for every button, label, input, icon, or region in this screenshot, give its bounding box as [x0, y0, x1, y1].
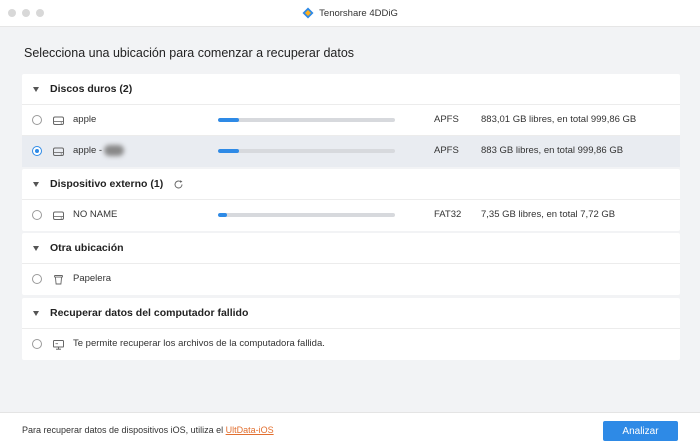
collapse-triangle-icon[interactable]	[33, 310, 39, 316]
section-title: Discos duros (2)	[50, 83, 133, 95]
refresh-icon[interactable]	[173, 179, 184, 190]
section-crashed-computer: Recuperar datos del computador fallido T…	[22, 298, 680, 360]
analyze-button[interactable]: Analizar	[603, 421, 678, 441]
footer-bar: Para recuperar datos de dispositivos iOS…	[0, 412, 700, 446]
crashed-computer-description: Te permite recuperar los archivos de la …	[73, 338, 325, 349]
section-title: Recuperar datos del computador fallido	[50, 307, 249, 319]
section-hard-drives: Discos duros (2) apple APFS 883,01 GB li…	[22, 74, 680, 167]
usage-bar	[218, 213, 395, 217]
redacted-name	[104, 145, 124, 156]
4ddig-logo-icon	[302, 7, 314, 19]
location-name: Papelera	[73, 273, 112, 284]
main-content: Selecciona una ubicación para comenzar a…	[0, 26, 700, 412]
file-system: FAT32	[434, 209, 462, 220]
footer-text: Para recuperar datos de dispositivos iOS…	[22, 425, 226, 435]
device-row-no-name[interactable]: NO NAME FAT32 7,35 GB libres, en total 7…	[22, 200, 680, 231]
monitor-icon	[53, 340, 64, 350]
section-header-external[interactable]: Dispositivo externo (1)	[22, 169, 680, 200]
app-title: Tenorshare 4DDiG	[302, 7, 398, 19]
page-title: Selecciona una ubicación para comenzar a…	[24, 46, 355, 60]
section-other-location: Otra ubicación Papelera	[22, 233, 680, 295]
usage-bar-fill	[218, 149, 240, 153]
radio-button-selected[interactable]	[32, 146, 42, 156]
free-space: 7,35 GB libres, en total 7,72 GB	[481, 209, 616, 220]
section-external-device: Dispositivo externo (1) NO NAME FAT32 7,…	[22, 169, 680, 231]
window-controls[interactable]	[8, 9, 44, 17]
usage-bar-fill	[218, 118, 240, 122]
hard-drive-icon	[53, 116, 64, 125]
usage-bar-fill	[218, 213, 227, 217]
radio-button[interactable]	[32, 274, 42, 284]
drive-name: apple	[73, 114, 97, 125]
hard-drive-icon	[53, 147, 64, 156]
radio-button[interactable]	[32, 210, 42, 220]
section-title: Dispositivo externo (1)	[50, 178, 164, 190]
drive-name: apple -	[73, 145, 103, 156]
ultdata-ios-link[interactable]: UltData-iOS	[226, 425, 274, 435]
usb-drive-icon	[53, 211, 64, 220]
drive-row-apple[interactable]: apple APFS 883,01 GB libres, en total 99…	[22, 105, 680, 136]
collapse-triangle-icon[interactable]	[33, 181, 39, 187]
crashed-computer-row[interactable]: Te permite recuperar los archivos de la …	[22, 329, 680, 360]
collapse-triangle-icon[interactable]	[33, 86, 39, 92]
footer-hint: Para recuperar datos de dispositivos iOS…	[22, 425, 274, 435]
section-header-hard-drives[interactable]: Discos duros (2)	[22, 74, 680, 105]
radio-button[interactable]	[32, 115, 42, 125]
file-system: APFS	[434, 114, 459, 125]
usage-bar	[218, 149, 395, 153]
file-system: APFS	[434, 145, 459, 156]
radio-button[interactable]	[32, 339, 42, 349]
collapse-triangle-icon[interactable]	[33, 245, 39, 251]
window-title: Tenorshare 4DDiG	[319, 7, 398, 19]
minimize-window-button[interactable]	[22, 9, 30, 17]
section-header-other[interactable]: Otra ubicación	[22, 233, 680, 264]
free-space: 883 GB libres, en total 999,86 GB	[481, 145, 624, 156]
device-name: NO NAME	[73, 209, 118, 220]
usage-bar	[218, 118, 395, 122]
location-row-trash[interactable]: Papelera	[22, 264, 680, 295]
close-window-button[interactable]	[8, 9, 16, 17]
zoom-window-button[interactable]	[36, 9, 44, 17]
section-header-crashed[interactable]: Recuperar datos del computador fallido	[22, 298, 680, 329]
free-space: 883,01 GB libres, en total 999,86 GB	[481, 114, 637, 125]
trash-icon	[54, 275, 63, 285]
title-bar: Tenorshare 4DDiG	[0, 0, 700, 26]
section-title: Otra ubicación	[50, 242, 124, 254]
drive-row-apple-selected[interactable]: apple - APFS 883 GB libres, en total 999…	[22, 136, 680, 167]
